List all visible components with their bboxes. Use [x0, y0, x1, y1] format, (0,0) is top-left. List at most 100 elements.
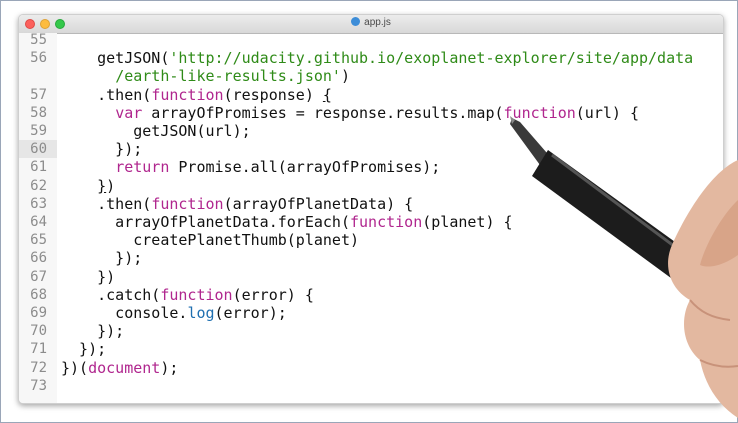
code-token: {: [322, 85, 332, 104]
line-number: 71: [30, 341, 47, 358]
line-number: 62: [30, 177, 47, 194]
code-text: });: [61, 249, 142, 267]
line-number: 60: [19, 140, 57, 159]
code-text: }): [61, 268, 115, 286]
code-line[interactable]: 58 var arrayOfPromises = response.result…: [19, 104, 723, 122]
line-number: 72: [30, 359, 47, 376]
code-line[interactable]: 55: [19, 31, 723, 49]
code-line[interactable]: /earth-like-results.json'): [19, 67, 723, 85]
code-token: function: [151, 85, 224, 104]
code-line[interactable]: 59 getJSON(url);: [19, 122, 723, 140]
code-line[interactable]: 66 });: [19, 249, 723, 267]
line-number: 73: [30, 377, 47, 394]
code-token: (error) {: [232, 285, 314, 304]
code-text: });: [61, 140, 142, 158]
line-number: 63: [30, 195, 47, 212]
code-token: return: [115, 158, 170, 177]
line-number: 68: [30, 286, 47, 303]
code-text: .then(function(response) {: [61, 86, 332, 104]
code-line[interactable]: 65 createPlanetThumb(planet): [19, 231, 723, 249]
code-token: (arrayOfPlanetData) {: [223, 194, 414, 213]
code-token: arrayOfPromises = response.results.map(: [142, 103, 504, 122]
editor-window: app.js 55 56 getJSON('http://udacity.gith…: [18, 14, 724, 404]
code-token: function: [349, 213, 423, 231]
code-token: arrayOfPlanetData.forEach(: [61, 213, 350, 231]
window-title-text: app.js: [364, 17, 391, 28]
code-token: });: [61, 322, 125, 341]
code-token: (planet) {: [422, 213, 513, 231]
code-token: ): [340, 67, 350, 86]
code-token: log: [187, 304, 215, 322]
code-text: arrayOfPlanetData.forEach(function(plane…: [61, 213, 513, 231]
code-line[interactable]: 67 }): [19, 268, 723, 286]
code-text: createPlanetThumb(planet): [61, 231, 359, 249]
code-line[interactable]: 70 });: [19, 322, 723, 340]
code-line[interactable]: 69 console.log(error);: [19, 304, 723, 322]
window-title: app.js: [19, 17, 723, 28]
code-token: (url) {: [575, 103, 639, 122]
code-token: }): [61, 267, 116, 286]
line-number: 65: [30, 232, 47, 249]
code-token: function: [503, 103, 576, 122]
line-number: 55: [30, 32, 47, 48]
code-token: );: [160, 358, 179, 377]
line-number: 59: [30, 123, 47, 139]
code-token: });: [61, 140, 143, 159]
code-line[interactable]: 60 });: [19, 140, 723, 159]
code-token: console.: [61, 304, 188, 322]
code-token: function: [151, 194, 224, 213]
line-number: 66: [30, 250, 47, 267]
code-token: document: [88, 358, 161, 377]
code-token: getJSON(: [61, 49, 170, 68]
code-token: ): [106, 176, 116, 195]
code-token: });: [61, 340, 107, 359]
code-text: });: [61, 322, 124, 340]
code-line[interactable]: 56 getJSON('http://udacity.github.io/exo…: [19, 49, 723, 67]
code-line[interactable]: 73: [19, 377, 723, 395]
line-number: 67: [30, 268, 47, 285]
line-number: 56: [30, 50, 47, 67]
code-text: getJSON(url);: [61, 122, 251, 140]
code-text: .then(function(arrayOfPlanetData) {: [61, 195, 413, 213]
code-token: function: [160, 285, 233, 304]
code-line[interactable]: 72 })(document);: [19, 359, 723, 377]
code-line[interactable]: 71 });: [19, 340, 723, 358]
line-number: 61: [30, 159, 47, 176]
code-token: Promise.all(arrayOfPromises);: [169, 158, 441, 177]
code-line[interactable]: 63 .then(function(arrayOfPlanetData) {: [19, 195, 723, 213]
code-token: })(: [61, 358, 89, 377]
line-number: 64: [30, 214, 47, 230]
code-token: 'http://udacity.github.io/exoplanet-expl…: [169, 49, 694, 68]
code-text: var arrayOfPromises = response.results.m…: [61, 104, 639, 122]
line-number: 58: [30, 104, 47, 121]
code-text: })(document);: [61, 359, 178, 377]
code-line[interactable]: 68 .catch(function(error) {: [19, 286, 723, 304]
code-token: .then(: [61, 194, 152, 213]
code-token: getJSON(url);: [61, 122, 251, 140]
code-text: /earth-like-results.json'): [61, 67, 350, 85]
code-text: });: [61, 340, 106, 358]
code-token: (error);: [214, 304, 287, 322]
code-token: .then(: [61, 85, 152, 104]
code-editor[interactable]: 55 56 getJSON('http://udacity.github.io/e…: [19, 31, 723, 403]
code-token: var: [115, 103, 143, 122]
code-token: /earth-like-results.json': [115, 67, 341, 86]
code-line[interactable]: 62 }): [19, 177, 723, 195]
code-token: .catch(: [61, 285, 161, 304]
code-token: });: [61, 249, 143, 268]
code-line[interactable]: 57 .then(function(response) {: [19, 86, 723, 104]
js-file-icon: [351, 17, 361, 26]
code-token: }: [97, 176, 107, 195]
code-token: createPlanetThumb(planet): [61, 231, 360, 250]
line-number: 69: [30, 305, 47, 321]
code-line[interactable]: 64 arrayOfPlanetData.forEach(function(pl…: [19, 213, 723, 231]
code-text: console.log(error);: [61, 304, 287, 322]
code-text: .catch(function(error) {: [61, 286, 314, 304]
code-text: getJSON('http://udacity.github.io/exopla…: [61, 49, 693, 67]
line-number: 57: [30, 86, 47, 103]
code-line[interactable]: 61 return Promise.all(arrayOfPromises);: [19, 158, 723, 176]
